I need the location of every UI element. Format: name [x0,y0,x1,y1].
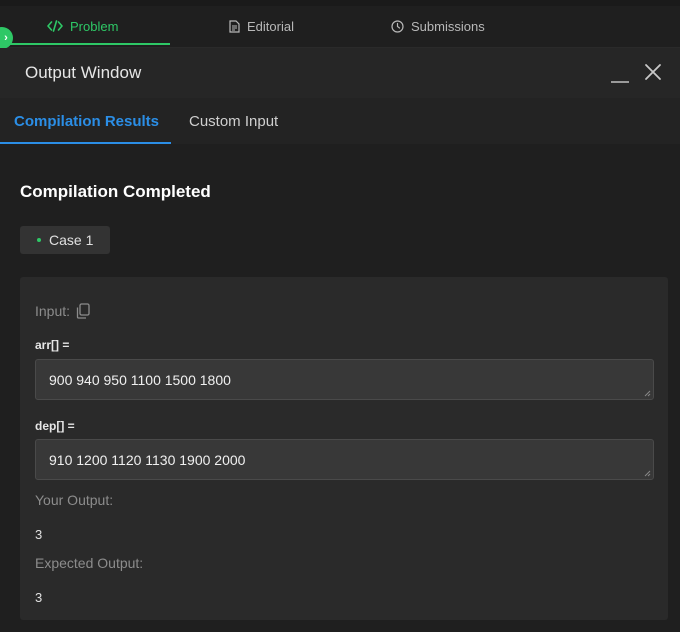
input-label-row: Input: [35,303,90,319]
top-strip [0,0,680,6]
tab-editorial[interactable]: Editorial [229,14,294,38]
resize-handle-icon[interactable] [644,470,651,477]
problem-tabs-bar: Problem Editorial Submissions [0,0,680,48]
dep-input[interactable]: 910 1200 1120 1130 1900 2000 [35,439,654,480]
tab-submissions-label: Submissions [411,18,485,34]
expected-output-label: Expected Output: [35,555,144,571]
clock-icon [391,19,404,33]
chevron-right-icon: › [4,32,8,44]
arr-label: arr[] = [35,338,70,352]
your-output-label: Your Output: [35,492,114,508]
dep-value: 910 1200 1120 1130 1900 2000 [49,452,246,468]
input-label: Input: [35,303,71,319]
arr-value: 900 940 950 1100 1500 1800 [49,372,231,388]
code-icon [47,20,63,32]
tab-problem[interactable]: Problem [47,14,118,38]
tab-editorial-label: Editorial [247,18,294,34]
tab-custom-input[interactable]: Custom Input [189,113,278,130]
compilation-status: Compilation Completed [20,182,211,201]
tab-problem-label: Problem [70,18,119,34]
output-window-title: Output Window [25,63,142,82]
case-status-dot [37,238,41,242]
arr-input[interactable]: 900 940 950 1100 1500 1800 [35,359,654,400]
tab-compilation-results[interactable]: Compilation Results [14,113,159,130]
tab-submissions[interactable]: Submissions [391,14,485,38]
case-1-button[interactable]: Case 1 [20,226,110,254]
output-tabs: Compilation Results Custom Input [0,98,680,144]
case-label: Case 1 [49,232,94,248]
resize-handle-icon[interactable] [644,390,651,397]
minimize-icon[interactable] [611,81,629,83]
document-icon [229,19,240,33]
problem-tab-underline [0,43,170,45]
close-icon[interactable] [642,61,664,83]
your-output-value: 3 [35,527,43,542]
dep-label: dep[] = [35,419,75,433]
expected-output-value: 3 [35,590,43,605]
output-window-header: Output Window [0,48,680,98]
copy-icon[interactable] [76,303,90,319]
